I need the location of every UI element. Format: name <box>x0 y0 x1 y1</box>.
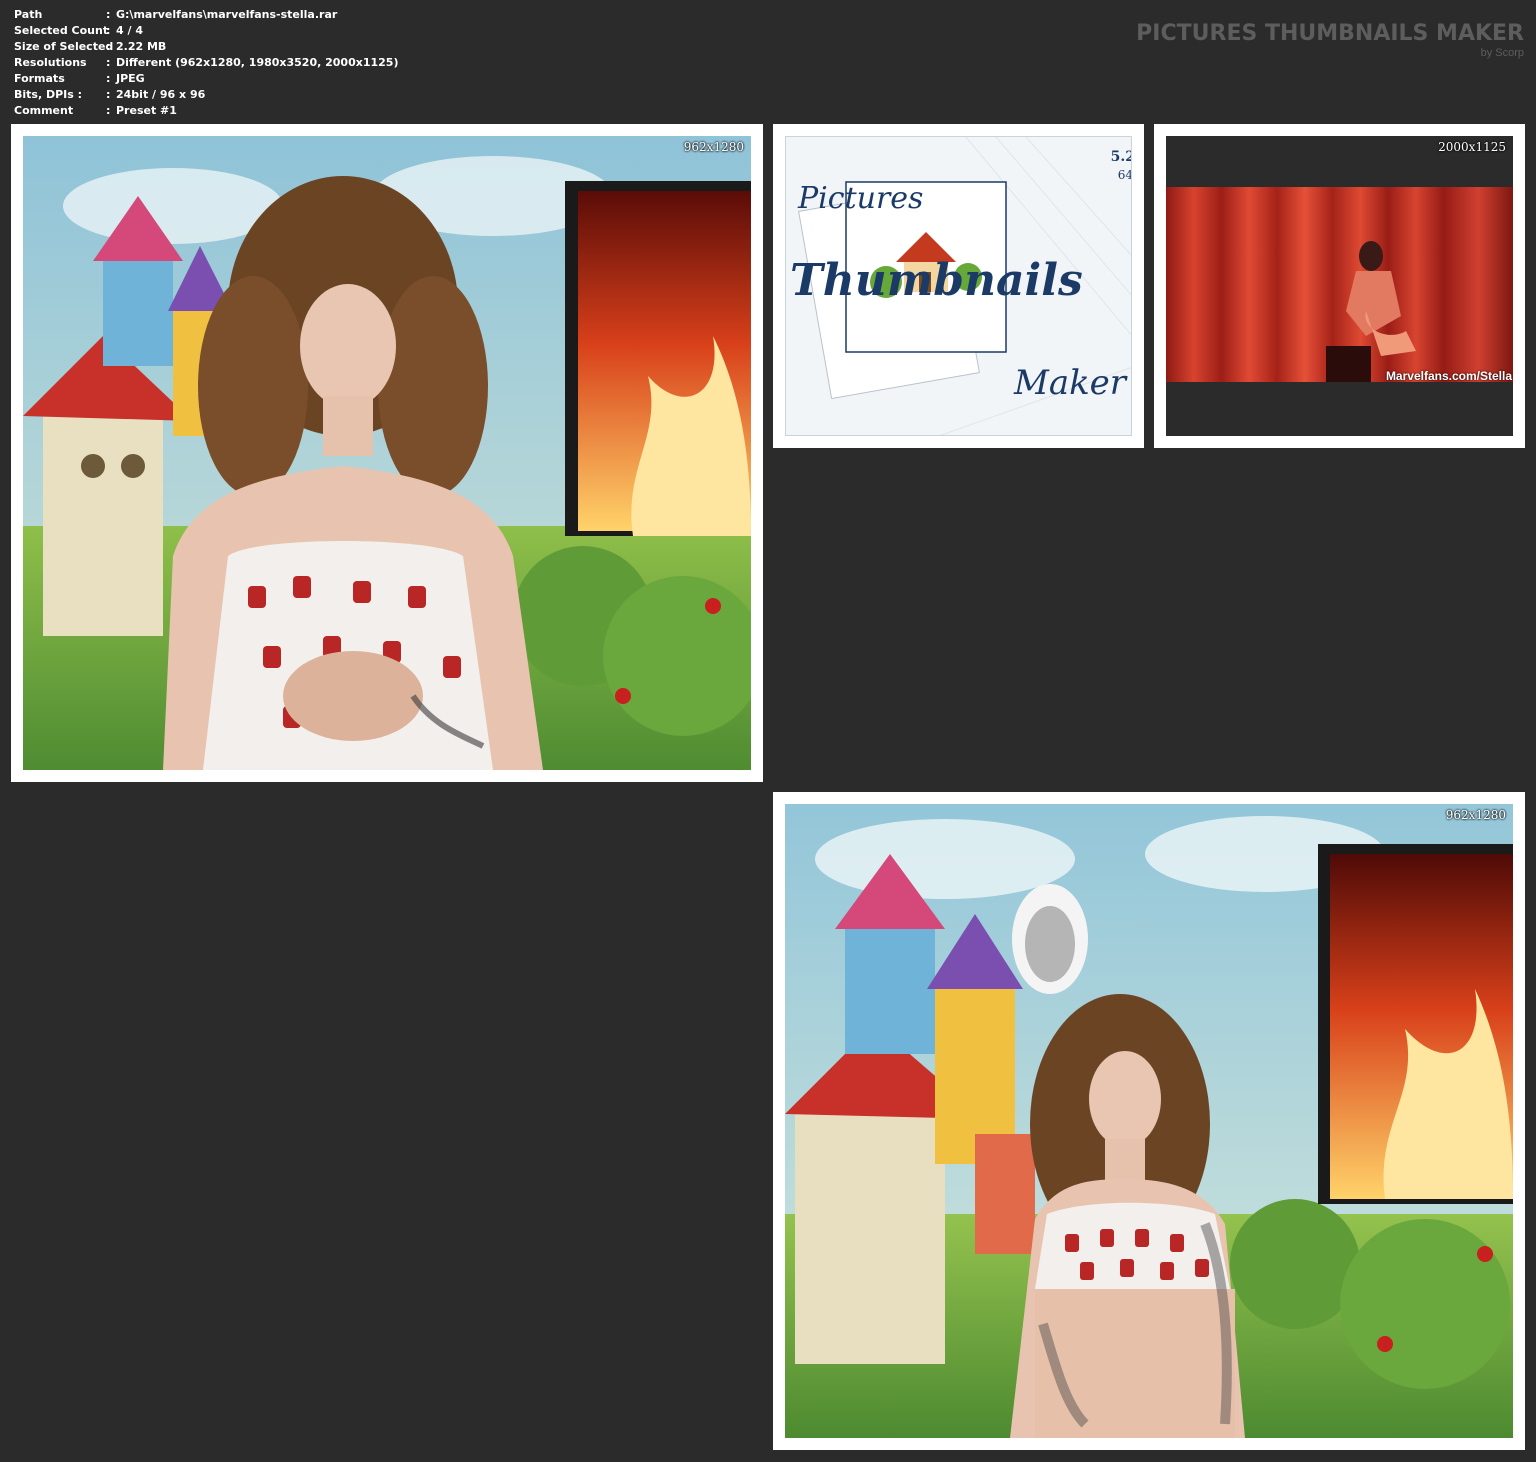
info-value: JPEG <box>116 72 145 85</box>
info-key: Path <box>14 8 43 21</box>
info-key: Resolutions <box>14 56 87 69</box>
logo-word-3: Maker <box>1014 363 1127 403</box>
resolution-label: 2000x1125 <box>1438 140 1506 154</box>
logo-word-1: Pictures <box>798 181 924 216</box>
info-sep: : <box>106 24 111 37</box>
brand: PICTURES THUMBNAILS MAKER by Scorp <box>1136 21 1524 59</box>
info-row-comment: Comment: Preset #1 <box>14 103 398 119</box>
resolution-label: 962x1280 <box>1445 808 1506 822</box>
info-sep: : <box>106 72 111 85</box>
info-sep: : <box>106 88 111 101</box>
info-value: G:\marvelfans\marvelfans-stella.rar <box>116 8 338 21</box>
info-row-resolutions: Resolutions: Different (962x1280, 1980x35… <box>14 55 398 71</box>
info-key: Size of Selected <box>14 40 114 53</box>
brand-subtitle: by Scorp <box>1480 47 1524 59</box>
thumbnail-card[interactable]: 2000x1125 Marvelfans.com/Stella <box>1154 124 1525 448</box>
info-value: 2.22 MB <box>116 40 167 53</box>
info-key: Formats <box>14 72 65 85</box>
photo-portrait <box>23 136 751 770</box>
logo-version: 5.2 <box>1110 149 1131 165</box>
watermark-text: Marvelfans.com/Stella <box>1385 369 1512 383</box>
info-key: Bits, DPIs : <box>14 88 83 101</box>
info-row-count: Selected Count:4 / 4 <box>14 23 398 39</box>
resolution-label: 962x1280 <box>683 140 744 154</box>
info-row-bits: Bits, DPIs ::24bit / 96 x 96 <box>14 87 398 103</box>
thumbnail-image: 962x1280 <box>785 804 1513 1438</box>
thumbnail-card[interactable]: 962x1280 <box>11 124 763 782</box>
info-row-formats: Formats: JPEG <box>14 71 398 87</box>
photo-stage <box>1166 187 1513 382</box>
info-panel: Path: G:\marvelfans\marvelfans-stella.rar… <box>14 7 398 119</box>
brand-title: PICTURES THUMBNAILS MAKER <box>1136 21 1524 46</box>
photo-standing <box>785 804 1513 1438</box>
info-row-size: Size of Selected:2.22 MB <box>14 39 398 55</box>
info-key: Selected Count <box>14 24 109 37</box>
thumbnail-image: Pictures Thumbnails Maker 5.2 64 <box>785 136 1132 436</box>
logo-word-2: Thumbnails <box>790 255 1083 306</box>
info-key: Comment <box>14 104 74 117</box>
thumbnail-image: 2000x1125 Marvelfans.com/Stella <box>1166 136 1513 436</box>
info-value: 4 / 4 <box>116 24 143 37</box>
info-sep: : <box>106 104 111 117</box>
info-sep: : <box>106 8 111 21</box>
info-sep: : <box>106 40 111 53</box>
info-value: 24bit / 96 x 96 <box>116 88 206 101</box>
info-value: Different (962x1280, 1980x3520, 2000x112… <box>116 56 399 69</box>
thumbnail-card[interactable]: 962x1280 <box>773 792 1525 1450</box>
thumbnail-card[interactable]: Pictures Thumbnails Maker 5.2 64 <box>773 124 1144 448</box>
info-value: Preset #1 <box>116 104 177 117</box>
logo-bits: 64 <box>1117 168 1132 182</box>
thumbnail-image: 962x1280 <box>23 136 751 770</box>
info-sep: : <box>106 56 111 69</box>
info-row-path: Path: G:\marvelfans\marvelfans-stella.rar <box>14 7 398 23</box>
